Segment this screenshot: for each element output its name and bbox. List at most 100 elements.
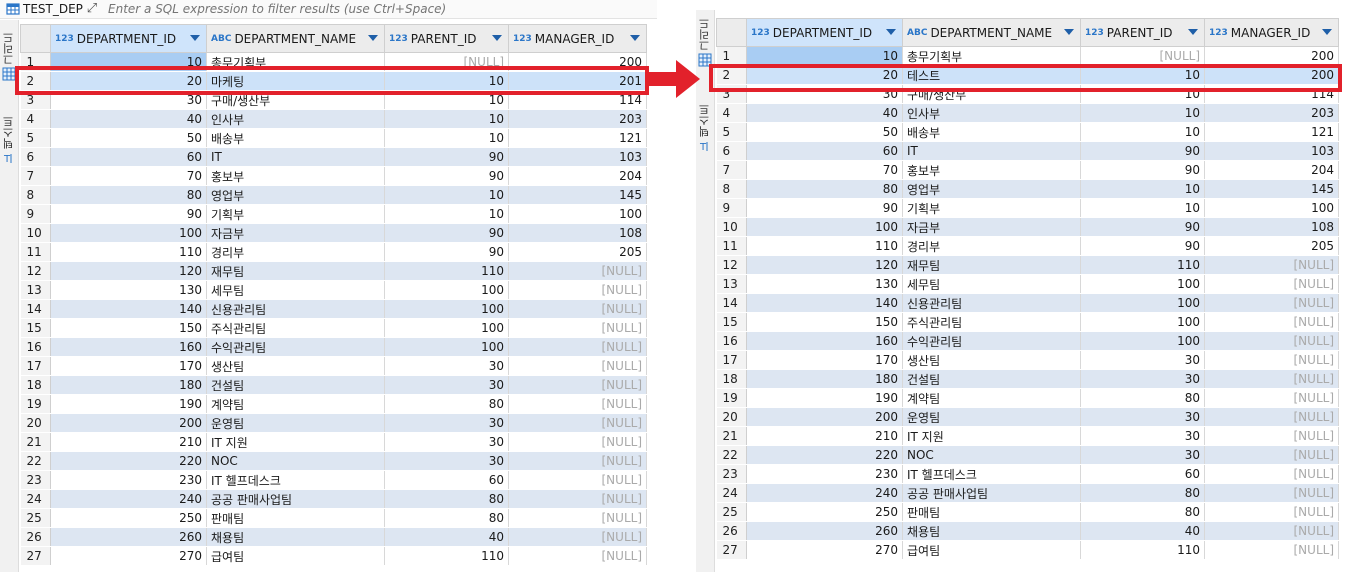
parent-id-cell[interactable]: 110 (384, 261, 509, 281)
department-name-cell[interactable]: 재무팀 (902, 255, 1081, 275)
department-name-cell[interactable]: 주식관리팀 (206, 318, 385, 338)
department-id-cell[interactable]: 250 (50, 508, 207, 528)
column-header-manager-id[interactable]: 123 MANAGER_ID (508, 24, 647, 53)
parent-id-cell[interactable]: 30 (384, 356, 509, 376)
department-id-cell[interactable]: 40 (50, 109, 207, 129)
table-row[interactable]: 1 10 총무기획부 [NULL] 200 (20, 52, 647, 72)
rail-tab-text[interactable]: 텍스트 T (696, 104, 714, 155)
parent-id-cell[interactable]: [NULL] (384, 52, 509, 72)
department-id-cell[interactable]: 230 (50, 470, 207, 490)
manager-id-cell[interactable]: [NULL] (508, 280, 647, 300)
table-row[interactable]: 13 130 세무팀 100 [NULL] (716, 274, 1339, 294)
parent-id-cell[interactable]: 100 (1080, 293, 1205, 313)
parent-id-cell[interactable]: 10 (1080, 103, 1205, 123)
department-name-cell[interactable]: 생산팀 (902, 350, 1081, 370)
table-row[interactable]: 27 270 급여팀 110 [NULL] (716, 540, 1339, 560)
table-row[interactable]: 10 100 자금부 90 108 (20, 223, 647, 243)
department-name-cell[interactable]: 공공 판매사업팀 (902, 483, 1081, 503)
column-header-department-name[interactable]: ABC DEPARTMENT_NAME (206, 24, 385, 53)
manager-id-cell[interactable]: [NULL] (1204, 369, 1339, 389)
table-row[interactable]: 25 250 판매팀 80 [NULL] (716, 502, 1339, 522)
sort-arrow-icon[interactable] (1064, 29, 1074, 35)
parent-id-cell[interactable]: 30 (1080, 369, 1205, 389)
table-row[interactable]: 18 180 건설팀 30 [NULL] (716, 369, 1339, 389)
manager-id-cell[interactable]: 204 (508, 166, 647, 186)
sort-arrow-icon[interactable] (1322, 29, 1332, 35)
table-row[interactable]: 17 170 생산팀 30 [NULL] (716, 350, 1339, 370)
department-id-cell[interactable]: 10 (746, 46, 903, 66)
parent-id-cell[interactable]: 10 (384, 71, 509, 91)
department-id-cell[interactable]: 90 (746, 198, 903, 218)
column-header-department-name[interactable]: ABC DEPARTMENT_NAME (902, 18, 1081, 47)
department-id-cell[interactable]: 170 (746, 350, 903, 370)
department-name-cell[interactable]: 배송부 (206, 128, 385, 148)
sort-arrow-icon[interactable] (886, 29, 896, 35)
manager-id-cell[interactable]: [NULL] (1204, 388, 1339, 408)
department-name-cell[interactable]: 운영팀 (206, 413, 385, 433)
table-row[interactable]: 14 140 신용관리팀 100 [NULL] (716, 293, 1339, 313)
parent-id-cell[interactable]: 90 (384, 242, 509, 262)
department-name-cell[interactable]: 영업부 (206, 185, 385, 205)
department-id-cell[interactable]: 150 (746, 312, 903, 332)
manager-id-cell[interactable]: 108 (508, 223, 647, 243)
manager-id-cell[interactable]: [NULL] (508, 546, 647, 566)
rail-tab-grid[interactable]: 그리드 (0, 32, 18, 83)
parent-id-cell[interactable]: 30 (384, 375, 509, 395)
department-id-cell[interactable]: 270 (746, 540, 903, 560)
department-name-cell[interactable]: 계약팀 (902, 388, 1081, 408)
manager-id-cell[interactable]: [NULL] (1204, 312, 1339, 332)
parent-id-cell[interactable]: 40 (1080, 521, 1205, 541)
department-name-cell[interactable]: IT 지원 (206, 432, 385, 452)
table-row[interactable]: 24 240 공공 판매사업팀 80 [NULL] (716, 483, 1339, 503)
sort-arrow-icon[interactable] (190, 35, 200, 41)
department-name-cell[interactable]: IT 지원 (902, 426, 1081, 446)
department-name-cell[interactable]: NOC (206, 451, 385, 471)
department-name-cell[interactable]: 구매/생산부 (206, 90, 385, 110)
manager-id-cell[interactable]: 200 (508, 52, 647, 72)
department-name-cell[interactable]: 급여팀 (902, 540, 1081, 560)
manager-id-cell[interactable]: [NULL] (508, 413, 647, 433)
department-name-cell[interactable]: 급여팀 (206, 546, 385, 566)
table-row[interactable]: 15 150 주식관리팀 100 [NULL] (20, 318, 647, 338)
parent-id-cell[interactable]: 90 (1080, 141, 1205, 161)
table-row[interactable]: 19 190 계약팀 80 [NULL] (716, 388, 1339, 408)
table-row[interactable]: 8 80 영업부 10 145 (716, 179, 1339, 199)
manager-id-cell[interactable]: [NULL] (508, 375, 647, 395)
table-row[interactable]: 23 230 IT 헬프데스크 60 [NULL] (20, 470, 647, 490)
parent-id-cell[interactable]: 10 (384, 204, 509, 224)
table-row[interactable]: 14 140 신용관리팀 100 [NULL] (20, 299, 647, 319)
department-name-cell[interactable]: 배송부 (902, 122, 1081, 142)
department-id-cell[interactable]: 260 (746, 521, 903, 541)
table-row[interactable]: 15 150 주식관리팀 100 [NULL] (716, 312, 1339, 332)
department-id-cell[interactable]: 220 (50, 451, 207, 471)
manager-id-cell[interactable]: [NULL] (1204, 293, 1339, 313)
manager-id-cell[interactable]: 203 (508, 109, 647, 129)
department-name-cell[interactable]: 판매팀 (902, 502, 1081, 522)
department-id-cell[interactable]: 200 (50, 413, 207, 433)
table-row[interactable]: 21 210 IT 지원 30 [NULL] (716, 426, 1339, 446)
department-id-cell[interactable]: 50 (746, 122, 903, 142)
table-row[interactable]: 12 120 재무팀 110 [NULL] (20, 261, 647, 281)
department-id-cell[interactable]: 80 (746, 179, 903, 199)
table-row[interactable]: 18 180 건설팀 30 [NULL] (20, 375, 647, 395)
table-row[interactable]: 26 260 채용팀 40 [NULL] (716, 521, 1339, 541)
department-id-cell[interactable]: 250 (746, 502, 903, 522)
manager-id-cell[interactable]: [NULL] (1204, 426, 1339, 446)
department-name-cell[interactable]: 공공 판매사업팀 (206, 489, 385, 509)
table-row[interactable]: 4 40 인사부 10 203 (716, 103, 1339, 123)
department-id-cell[interactable]: 70 (746, 160, 903, 180)
parent-id-cell[interactable]: 90 (1080, 160, 1205, 180)
department-name-cell[interactable]: 수익관리팀 (206, 337, 385, 357)
manager-id-cell[interactable]: 103 (1204, 141, 1339, 161)
department-name-cell[interactable]: 인사부 (206, 109, 385, 129)
manager-id-cell[interactable]: [NULL] (508, 299, 647, 319)
table-row[interactable]: 22 220 NOC 30 [NULL] (20, 451, 647, 471)
table-row[interactable]: 2 20 테스트 10 200 (716, 65, 1339, 85)
parent-id-cell[interactable]: 100 (384, 280, 509, 300)
manager-id-cell[interactable]: 114 (508, 90, 647, 110)
manager-id-cell[interactable]: 200 (1204, 46, 1339, 66)
manager-id-cell[interactable]: [NULL] (508, 356, 647, 376)
manager-id-cell[interactable]: [NULL] (1204, 350, 1339, 370)
parent-id-cell[interactable]: 40 (384, 527, 509, 547)
table-row[interactable]: 6 60 IT 90 103 (716, 141, 1339, 161)
